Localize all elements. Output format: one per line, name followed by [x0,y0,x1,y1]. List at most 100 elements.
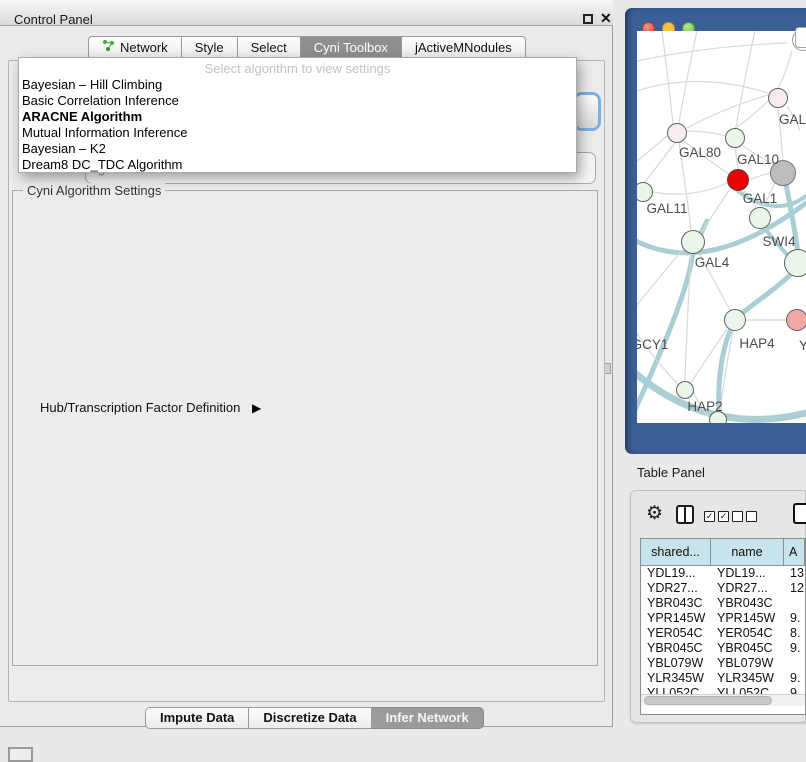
cell: YBR043C [641,596,711,611]
dropdown-item-selected[interactable]: ARACNE Algorithm [19,109,576,125]
table-row[interactable]: YLR345WYLR345W9. [641,671,805,686]
tab-infer-network[interactable]: Infer Network [372,707,484,729]
checked-checkbox-icon[interactable]: ✓ [718,511,729,522]
bottom-tabbar: Impute Data Discretize Data Infer Networ… [145,707,484,729]
cell: YDL19... [711,566,784,581]
cell: YDR27... [641,581,711,596]
unchecked-checkbox-icon[interactable] [732,511,743,522]
tab-style[interactable]: Style [182,36,238,59]
algorithm-combo-stepper[interactable] [576,95,598,128]
node-label: SWI4 [762,234,795,249]
cell: YBL079W [711,656,784,671]
node-label: GCY1 [637,337,668,352]
tab-jactivemnodules[interactable]: jActiveMNodules [402,36,526,59]
table-row[interactable]: YBL079WYBL079W [641,656,805,671]
table-row[interactable]: YBR045CYBR045C9. [641,641,805,656]
dropdown-item[interactable]: Basic Correlation Inference [19,93,576,109]
node-label: GAL80 [679,145,721,160]
tab-style-label: Style [195,37,224,58]
cell: YER054C [641,626,711,641]
table-row[interactable]: YDL19...YDL19...13 [641,566,805,581]
chevron-right-icon: ▶ [252,401,261,415]
cell: YPR145W [711,611,784,626]
node-hap4[interactable] [724,309,746,331]
cell: 9. [784,611,805,626]
node-swi4[interactable] [784,249,806,277]
tab-impute-data[interactable]: Impute Data [145,707,249,729]
algorithm-dropdown: Select algorithm to view settings Bayesi… [18,57,577,173]
cell: YBR043C [711,596,784,611]
hub-definition-toggle[interactable]: Hub/Transcription Factor Definition ▶ [40,400,261,415]
column-header-partial[interactable]: A [784,539,805,565]
cell: YBR045C [711,641,784,656]
gear-icon[interactable]: ⚙ [646,504,663,524]
float-window-icon[interactable] [583,14,593,24]
table-row[interactable]: YER054CYER054C8. [641,626,805,641]
node-unlabeled[interactable] [749,207,771,229]
node-gal80[interactable] [667,123,687,143]
node-label: Y [799,338,806,353]
cutoff-toolbar-box [795,27,806,48]
node-label: GAL4 [695,255,730,270]
dropdown-item[interactable]: Bayesian – K2 [19,141,576,157]
node-label: GAL1 [743,191,778,206]
tab-cyni-toolbox-label: Cyni Toolbox [314,37,388,58]
control-panel-title: Control Panel [14,12,93,27]
settings-panel-title: Cyni Algorithm Settings [23,183,165,198]
collapsed-panel-icon[interactable] [8,747,33,762]
cyni-algorithm-settings-panel: Cyni Algorithm Settings [12,190,598,666]
cell [784,596,805,611]
control-panel-tabbar: Network Style Select Cyni Toolbox jActiv… [88,36,526,59]
checked-checkbox-icon[interactable]: ✓ [704,511,715,522]
columns-icon[interactable] [676,505,694,524]
unchecked-checkbox-icon[interactable] [746,511,757,522]
cell: 12 [784,581,805,596]
network-icon [102,37,115,58]
node-label: GAL [779,112,806,127]
node-y-partial[interactable] [786,309,806,331]
algorithm-dropdown-placeholder: Select algorithm to view settings [19,60,576,77]
column-header-name[interactable]: name [711,539,784,565]
column-header-shared-name[interactable]: shared... [641,539,711,565]
tab-discretize-data[interactable]: Discretize Data [249,707,371,729]
dropdown-item[interactable]: Bayesian – Hill Climbing [19,77,576,93]
tab-network-label: Network [120,37,168,58]
node-gal-partial[interactable] [768,88,788,108]
tab-select[interactable]: Select [238,36,301,59]
cell: YBL079W [641,656,711,671]
cell: YLR345W [711,671,784,686]
network-canvas[interactable]: GAL GAL80 GAL10 GAL1 GAL11 GAL4 SWI4 GCY… [637,31,806,423]
cell: 8. [784,626,805,641]
tab-jactivemnodules-label: jActiveMNodules [415,37,512,58]
cell: 13 [784,566,805,581]
node-gal10[interactable] [725,128,745,148]
table-panel-title: Table Panel [637,465,705,480]
tab-cyni-toolbox[interactable]: Cyni Toolbox [301,36,402,59]
tab-network[interactable]: Network [88,36,182,59]
screen: Control Panel ✕ Network Style Select Cyn… [0,0,806,762]
dropdown-item[interactable]: Dream8 DC_TDC Algorithm [19,157,576,173]
dropdown-item[interactable]: Mutual Information Inference [19,125,576,141]
table-row[interactable]: YPR145WYPR145W9. [641,611,805,626]
cell: YDR27... [711,581,784,596]
table-mode-icon[interactable] [793,503,806,524]
node-label: HAP2 [687,399,722,414]
node-label: GAL11 [646,201,687,216]
table-horizontal-scrollbar[interactable] [641,694,805,706]
table-header-row: shared... name A [641,539,805,566]
node-table: shared... name A YDL19...YDL19...13 YDR2… [640,538,806,715]
node-gal4[interactable] [681,230,705,254]
cell: YPR145W [641,611,711,626]
cell: YER054C [711,626,784,641]
table-row[interactable]: YDR27...YDR27...12 [641,581,805,596]
node-gal1[interactable] [727,169,749,191]
node-hap2[interactable] [676,381,694,399]
hub-definition-label: Hub/Transcription Factor Definition [40,400,240,415]
tab-select-label: Select [251,37,287,58]
cell [784,656,805,671]
node-label: HAP4 [739,336,774,351]
close-icon[interactable]: ✕ [600,11,612,25]
panel-divider-grip[interactable] [604,363,611,374]
table-row[interactable]: YBR043CYBR043C [641,596,805,611]
cell: YLR345W [641,671,711,686]
